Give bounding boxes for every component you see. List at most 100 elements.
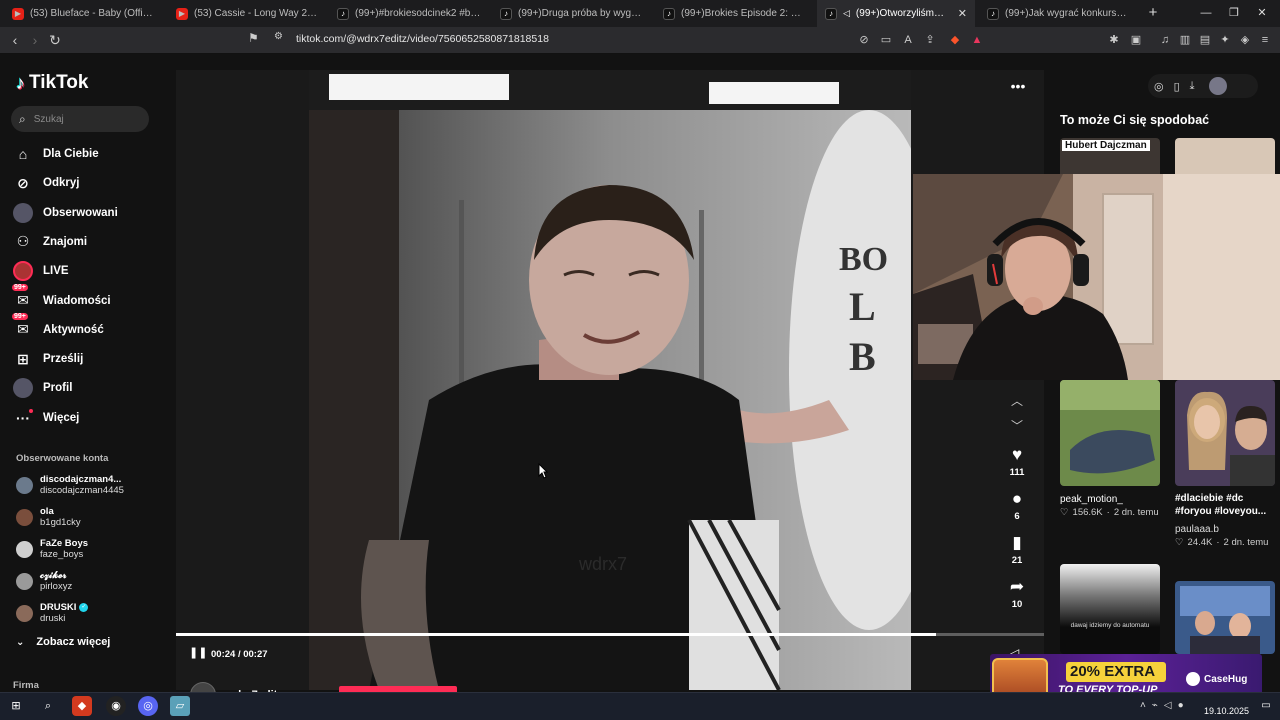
nav-item[interactable]: LIVE [13,259,69,283]
recommendation-thumb-4[interactable] [1175,380,1275,486]
obs-icon[interactable]: ◉ [106,696,126,716]
close-tab-icon[interactable]: ✕ [958,7,967,20]
followed-account[interactable]: DRUSKI ✓ druski [16,599,156,627]
nav-item[interactable]: ⚇ Znajomi [13,230,87,254]
brave-browser-icon[interactable]: ◆ [72,696,92,716]
forward-icon[interactable]: › [26,31,44,49]
vpn-shield-icon[interactable]: ◈ [1236,31,1254,49]
taskbar-date[interactable]: 19.10.2025 [1204,706,1249,716]
followed-account[interactable]: FaZe Boys faze_boys [16,535,156,563]
account-text: ola b1gd1cky [40,506,81,528]
tab-audio-icon[interactable]: ◁ [843,8,850,19]
like-action[interactable]: ♥ 111 [1003,444,1031,478]
wallet-card-icon[interactable]: ▤ [1196,31,1214,49]
minimize-button[interactable]: — [1196,4,1216,22]
video-frame[interactable]: BO L B wdrx7 [309,70,911,690]
nav-item[interactable]: ⌂ Dla Ciebie [13,142,99,166]
recommendation-thumb-5[interactable]: dawaj idziemy do automatu [1060,564,1160,654]
maximize-button[interactable]: ❐ [1224,4,1244,22]
windows-start-icon[interactable]: ⊞ [6,696,26,716]
recommendation-thumb-6[interactable] [1175,581,1275,654]
thumb-4-meta: ♡ 24.4K · 2 dn. temu [1175,537,1268,548]
brave-rewards-icon[interactable]: ▲ [968,31,986,49]
search-input[interactable] [33,113,134,125]
translate-icon[interactable]: A [899,31,917,49]
wallet-icon[interactable]: ▣ [1127,31,1145,49]
translate-off-icon[interactable]: ⊘ [855,31,873,49]
share-action[interactable]: ➦ 10 [1003,576,1031,610]
heart-icon[interactable]: ♥ [1003,444,1031,466]
browser-tab[interactable]: ♪ (99+)#brokiesodcinek2 #brokies | Tik [329,0,489,27]
new-tab-button[interactable]: + [1144,4,1162,22]
browser-tab[interactable]: ♪ (99+)Jak wygrać konkurs? Porady i s [979,0,1139,27]
nav-item[interactable]: Obserwowani [13,201,118,225]
site-info-icon[interactable]: ⚙ [274,31,288,49]
nav-item[interactable]: ✉ 99+ Aktywność [12,312,104,342]
recommendation-thumb-3[interactable] [1060,380,1160,486]
discord-icon[interactable]: ◎ [138,696,158,716]
recommendation-thumb-2[interactable] [1175,138,1275,178]
browser-tab[interactable]: ▶ (53) Blueface - Baby (Official Music V [4,0,164,27]
taskbar-search-icon[interactable]: ⌕ [38,696,58,716]
followed-account[interactable]: discodajczman4... discodajczman4445 [16,471,156,499]
sidebar-toggle-icon[interactable]: ▥ [1176,31,1194,49]
comment-icon[interactable]: ● [1003,488,1031,510]
notification-badge: 99+ [12,283,28,291]
search-box[interactable]: ⌕ [11,106,149,132]
menu-icon[interactable]: ≡ [1256,31,1274,49]
avatar [16,604,33,622]
save-action[interactable]: ▮ 21 [1003,532,1031,566]
like-count: 111 [1009,467,1025,478]
pause-icon[interactable]: ❚❚ [189,646,207,662]
search-icon[interactable]: ⌕ [19,112,26,127]
nav-item[interactable]: ✉ 99+ Wiadomości [12,283,111,313]
nav-item-label: Aktywność [43,323,104,336]
leo-ai-icon[interactable]: ✦ [1216,31,1234,49]
extensions-icon[interactable]: ✱ [1105,31,1123,49]
profile-avatar[interactable] [1208,77,1227,95]
tiktok-logo[interactable]: ♪ TikTok [16,72,88,94]
see-more-button[interactable]: ⌄ Zobacz więcej [16,636,110,648]
browser-tab[interactable]: ♪ (99+)Brokies Episode 2: Exploring Re [655,0,813,27]
followed-account[interactable]: 𝓬𝔃𝓲𝓴𝓮𝓻 pirloxyz [16,567,156,595]
comment-action[interactable]: ● 6 [1003,488,1031,522]
back-icon[interactable]: ‹ [6,31,24,49]
bookmark-icon[interactable]: ▮ [1003,532,1031,554]
music-icon[interactable]: ♫ [1156,31,1174,49]
brave-shield-icon[interactable]: ◆ [946,31,964,49]
nav-item[interactable]: ⊞ Prześlij [13,347,83,371]
thumb-4-author[interactable]: paulaaa.b [1175,523,1219,536]
phone-icon[interactable]: ▯ [1174,80,1180,93]
share-icon[interactable]: ⇪ [921,31,939,49]
chevron-up-icon[interactable]: ˄ [1140,700,1146,711]
nav-item[interactable]: ⊘ Odkryj [13,171,79,195]
bookmark-icon[interactable]: ⚑ [248,31,262,49]
download-icon[interactable]: ⤓ [1190,80,1195,93]
mic-icon[interactable]: ● [1178,700,1184,711]
thumb-4-caption[interactable]: #dlaciebie #dc #foryou #loveyou... [1175,492,1275,518]
notifications-icon[interactable]: ▭ [1258,698,1274,714]
live-icon [13,261,33,282]
followed-account[interactable]: ola b1gd1cky [16,503,156,531]
tiktok-note-icon: ♪ [16,72,25,93]
previous-video-icon[interactable]: ︿ [1008,392,1026,410]
url-text[interactable]: tiktok.com/@wdrx7editz/video/75606525808… [296,33,549,45]
reload-icon[interactable]: ↻ [46,31,64,49]
speaker-icon[interactable]: ◁ [1164,700,1172,711]
recommendation-thumb-1[interactable]: Hubert Dajczman [1060,138,1160,178]
next-video-icon[interactable]: ﹀ [1008,417,1026,435]
network-icon[interactable]: ⌁ [1152,700,1158,711]
account-handle: druski [40,613,66,624]
video-more-options-icon[interactable]: ••• [1008,78,1028,98]
browser-tab[interactable]: ▶ (53) Cassie - Long Way 2 Go (Officia [168,0,326,27]
close-window-button[interactable]: ✕ [1252,4,1272,22]
browser-tab[interactable]: ♪ ◁ (99+)Otworzyliśmy salon fryz ✕ [817,0,975,27]
nav-item[interactable]: ··· Więcej [13,406,79,430]
app-icon[interactable]: ▱ [170,696,190,716]
coin-icon[interactable]: ◎ [1154,80,1164,93]
cast-icon[interactable]: ▭ [877,31,895,49]
share-arrow-icon[interactable]: ➦ [1003,576,1031,598]
thumb-3-caption[interactable]: peak_motion_ [1060,493,1123,506]
browser-tab[interactable]: ♪ (99+)Druga próba by wygrać koszul [492,0,652,27]
nav-item[interactable]: Profil [13,376,72,400]
